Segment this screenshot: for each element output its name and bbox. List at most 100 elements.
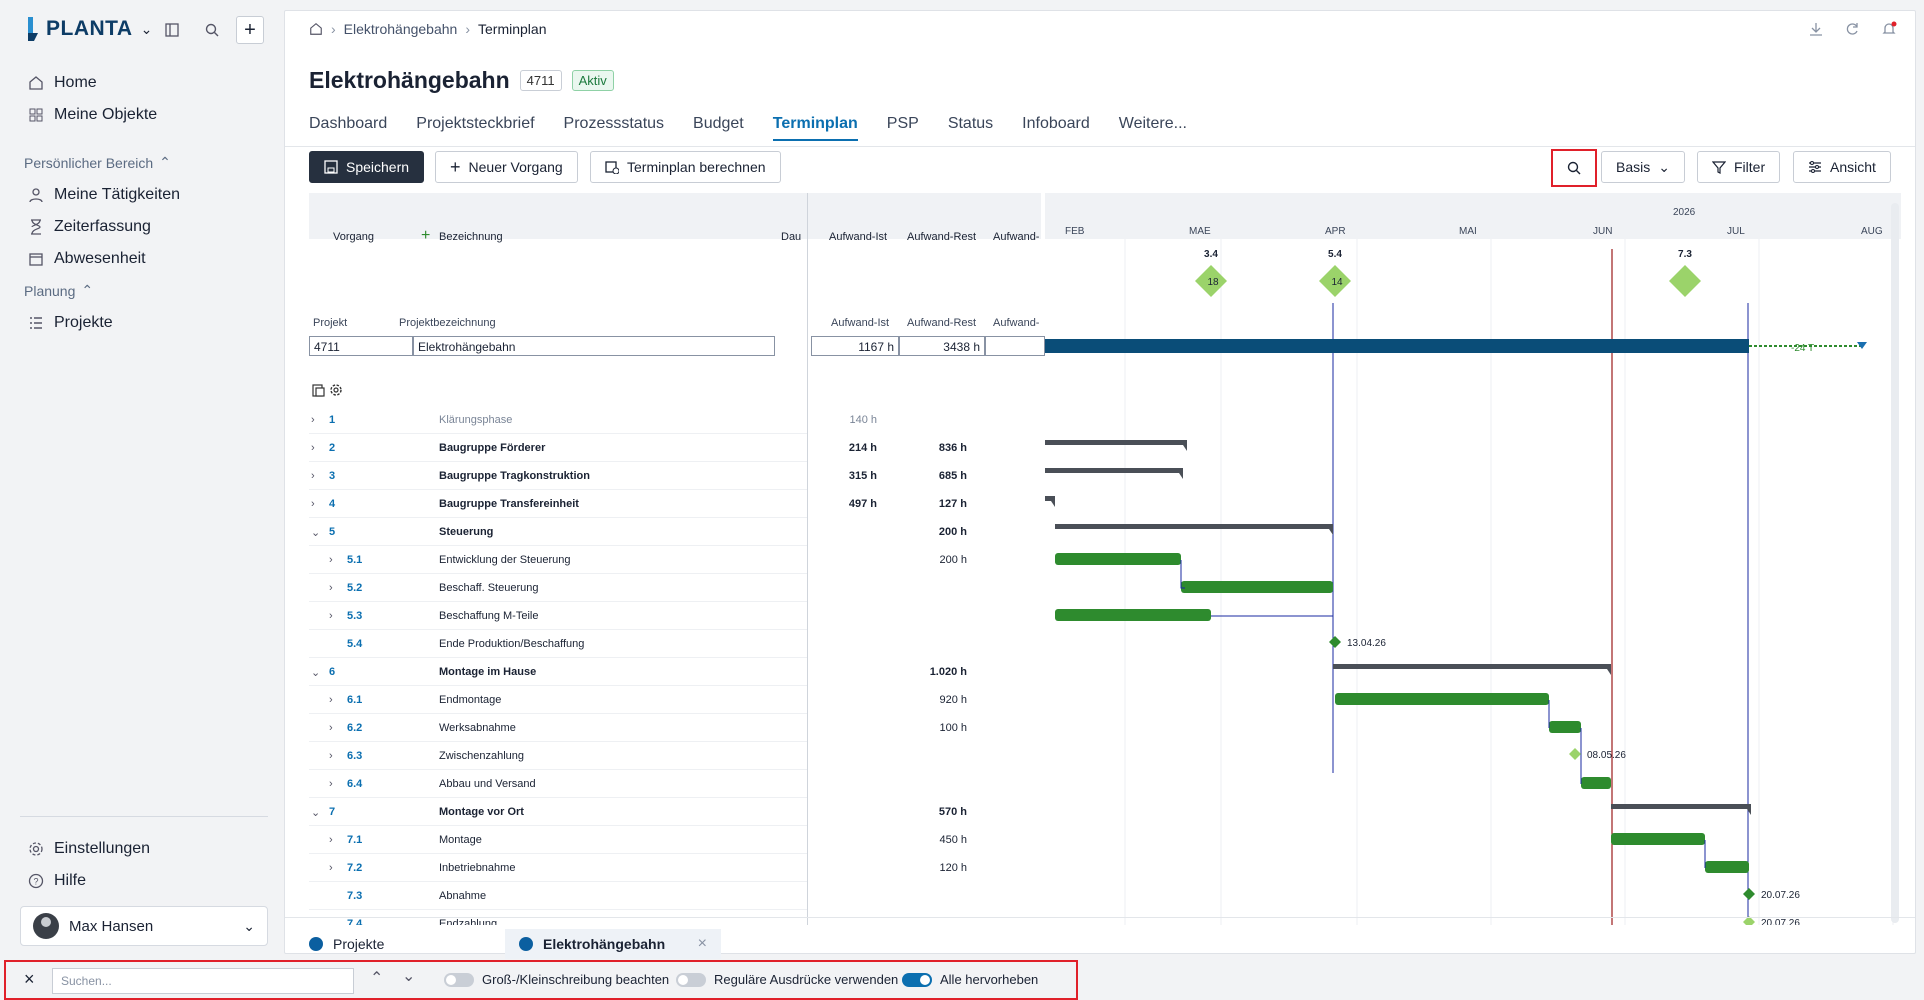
table-row[interactable]: › 7.1 Montage 450 h bbox=[309, 826, 967, 854]
task-aufwand-ist: 214 h bbox=[848, 442, 877, 454]
nav-abwesenheit[interactable]: Abwesenheit bbox=[28, 250, 146, 268]
tab-budget[interactable]: Budget bbox=[693, 115, 744, 141]
project-name-field[interactable]: Elektrohängebahn bbox=[413, 336, 775, 356]
nav-hilfe[interactable]: ? Hilfe bbox=[28, 872, 86, 890]
chevron-down-icon[interactable]: ⌄ bbox=[311, 806, 320, 819]
nav-projekte-label: Projekte bbox=[54, 314, 113, 331]
tab-psp[interactable]: PSP bbox=[887, 115, 919, 141]
search-icon[interactable] bbox=[200, 18, 224, 42]
add-button[interactable]: + bbox=[236, 16, 264, 44]
tab-prozessstatus[interactable]: Prozessstatus bbox=[564, 115, 664, 141]
nav-einstellungen[interactable]: Einstellungen bbox=[28, 840, 150, 858]
tab-infoboard[interactable]: Infoboard bbox=[1022, 115, 1090, 141]
download-icon[interactable] bbox=[1809, 22, 1823, 36]
task-milestone bbox=[1329, 636, 1341, 648]
table-row[interactable]: › 7.2 Inbetriebnahme 120 h bbox=[309, 854, 967, 882]
breadcrumb-parent[interactable]: Elektrohängebahn bbox=[344, 21, 458, 37]
refresh-icon[interactable] bbox=[1845, 22, 1859, 36]
chevron-down-icon[interactable]: ⌄ bbox=[311, 666, 320, 679]
new-task-button[interactable]: + Neuer Vorgang bbox=[435, 151, 578, 183]
chevron-right-icon[interactable]: › bbox=[311, 442, 315, 454]
chevron-right-icon[interactable]: › bbox=[311, 414, 315, 426]
chevron-right-icon[interactable]: › bbox=[311, 498, 315, 510]
table-row[interactable]: 5.4 Ende Produktion/Beschaffung bbox=[309, 630, 807, 658]
chevron-right-icon[interactable]: › bbox=[329, 610, 333, 622]
table-row[interactable]: › 6.3 Zwischenzahlung bbox=[309, 742, 807, 770]
project-id-field[interactable]: 4711 bbox=[309, 336, 413, 356]
chevron-right-icon[interactable]: › bbox=[329, 554, 333, 566]
vertical-scrollbar[interactable] bbox=[1891, 203, 1899, 923]
gantt-search-button[interactable] bbox=[1557, 153, 1591, 183]
chevron-right-icon[interactable]: › bbox=[311, 470, 315, 482]
task-number: 7.3 bbox=[347, 890, 363, 902]
table-row[interactable]: › 5.3 Beschaffung M-Teile bbox=[309, 602, 807, 630]
footer-tab-elektrohaengebahn[interactable]: Elektrohängebahn × bbox=[505, 929, 721, 959]
view-select[interactable]: Basis ⌄ bbox=[1601, 151, 1685, 183]
tab-projektsteckbrief[interactable]: Projektsteckbrief bbox=[416, 115, 534, 141]
tab-dashboard[interactable]: Dashboard bbox=[309, 115, 387, 141]
clipboard-icon[interactable] bbox=[311, 383, 325, 397]
chevron-down-icon[interactable]: ⌄ bbox=[141, 21, 153, 38]
milestone-date-label: 08.05.26 bbox=[1587, 750, 1626, 761]
filter-button[interactable]: Filter bbox=[1697, 151, 1781, 183]
nav-home[interactable]: Home bbox=[28, 74, 97, 92]
tab-weitere[interactable]: Weitere... bbox=[1119, 115, 1187, 141]
project-aufwand-field[interactable] bbox=[985, 336, 1045, 356]
ansicht-button[interactable]: Ansicht bbox=[1793, 151, 1891, 183]
calc-schedule-button[interactable]: Terminplan berechnen bbox=[590, 151, 781, 183]
nav-zeiterfassung[interactable]: Zeiterfassung bbox=[28, 218, 151, 236]
month-label: APR bbox=[1325, 226, 1346, 237]
table-row[interactable]: › 5.1 Entwicklung der Steuerung 200 h bbox=[309, 546, 967, 574]
regex-toggle[interactable] bbox=[676, 973, 706, 987]
search-input[interactable]: Suchen... bbox=[52, 968, 354, 994]
table-row[interactable]: ⌄ 6 Montage im Hause 1.020 h bbox=[309, 658, 967, 686]
chevron-right-icon[interactable]: › bbox=[329, 750, 333, 762]
close-icon[interactable]: × bbox=[24, 969, 35, 990]
chevron-down-icon[interactable]: ⌄ bbox=[311, 526, 320, 539]
close-icon[interactable]: × bbox=[698, 935, 707, 953]
tab-status[interactable]: Status bbox=[948, 115, 993, 141]
sidebar-toggle-icon[interactable] bbox=[160, 18, 184, 42]
nav-meine-taetigkeiten[interactable]: Meine Tätigkeiten bbox=[28, 186, 180, 204]
section-personal[interactable]: Persönlicher Bereich ⌃ bbox=[24, 154, 171, 171]
brand[interactable]: PLANTA ⌄ bbox=[26, 16, 152, 42]
table-row[interactable]: › 1 Klärungsphase 140 h bbox=[309, 406, 877, 434]
chevron-down-icon[interactable]: ⌄ bbox=[402, 966, 415, 986]
table-row[interactable]: › 3 Baugruppe Tragkonstruktion 315 h 685 h bbox=[309, 462, 967, 490]
chevron-up-icon[interactable]: ⌃ bbox=[370, 968, 383, 988]
chevron-right-icon[interactable]: › bbox=[329, 834, 333, 846]
table-row[interactable]: › 6.2 Werksabnahme 100 h bbox=[309, 714, 967, 742]
task-aufwand-rest: 100 h bbox=[939, 722, 967, 734]
table-row[interactable]: › 4 Baugruppe Transfereinheit 497 h 127 h bbox=[309, 490, 967, 518]
user-menu[interactable]: Max Hansen ⌄ bbox=[20, 906, 268, 946]
save-button[interactable]: Speichern bbox=[309, 151, 425, 183]
project-rest-field[interactable]: 3438 h bbox=[899, 336, 985, 356]
chevron-right-icon[interactable]: › bbox=[329, 582, 333, 594]
table-row[interactable]: › 6.4 Abbau und Versand bbox=[309, 770, 807, 798]
chevron-right-icon[interactable]: › bbox=[329, 722, 333, 734]
table-row[interactable]: › 5.2 Beschaff. Steuerung bbox=[309, 574, 807, 602]
table-row[interactable]: ⌄ 5 Steuerung 200 h bbox=[309, 518, 967, 546]
table-row[interactable]: ⌄ 7 Montage vor Ort 570 h bbox=[309, 798, 967, 826]
highlight-all-toggle[interactable] bbox=[902, 973, 932, 987]
gear-icon[interactable] bbox=[329, 383, 343, 397]
home-icon[interactable] bbox=[309, 22, 323, 36]
table-row[interactable]: › 2 Baugruppe Förderer 214 h 836 h bbox=[309, 434, 967, 462]
section-planning[interactable]: Planung ⌃ bbox=[24, 282, 93, 299]
project-ist-field[interactable]: 1167 h bbox=[811, 336, 899, 356]
bell-icon[interactable] bbox=[1881, 21, 1897, 37]
case-sensitive-toggle[interactable] bbox=[444, 973, 474, 987]
month-label: MAI bbox=[1459, 226, 1477, 237]
nav-meine-objekte[interactable]: Meine Objekte bbox=[28, 106, 157, 124]
col-dauer: Dau bbox=[781, 231, 802, 243]
task-aufwand-ist: 497 h bbox=[848, 498, 877, 510]
footer-tab-projekte[interactable]: Projekte bbox=[295, 929, 398, 959]
chevron-right-icon[interactable]: › bbox=[329, 694, 333, 706]
nav-projekte[interactable]: Projekte bbox=[28, 314, 113, 332]
table-row[interactable]: 7.3 Abnahme bbox=[309, 882, 807, 910]
tab-terminplan[interactable]: Terminplan bbox=[772, 115, 858, 141]
add-column-icon[interactable]: + bbox=[421, 227, 430, 245]
chevron-right-icon[interactable]: › bbox=[329, 862, 333, 874]
chevron-right-icon[interactable]: › bbox=[329, 778, 333, 790]
table-row[interactable]: › 6.1 Endmontage 920 h bbox=[309, 686, 967, 714]
